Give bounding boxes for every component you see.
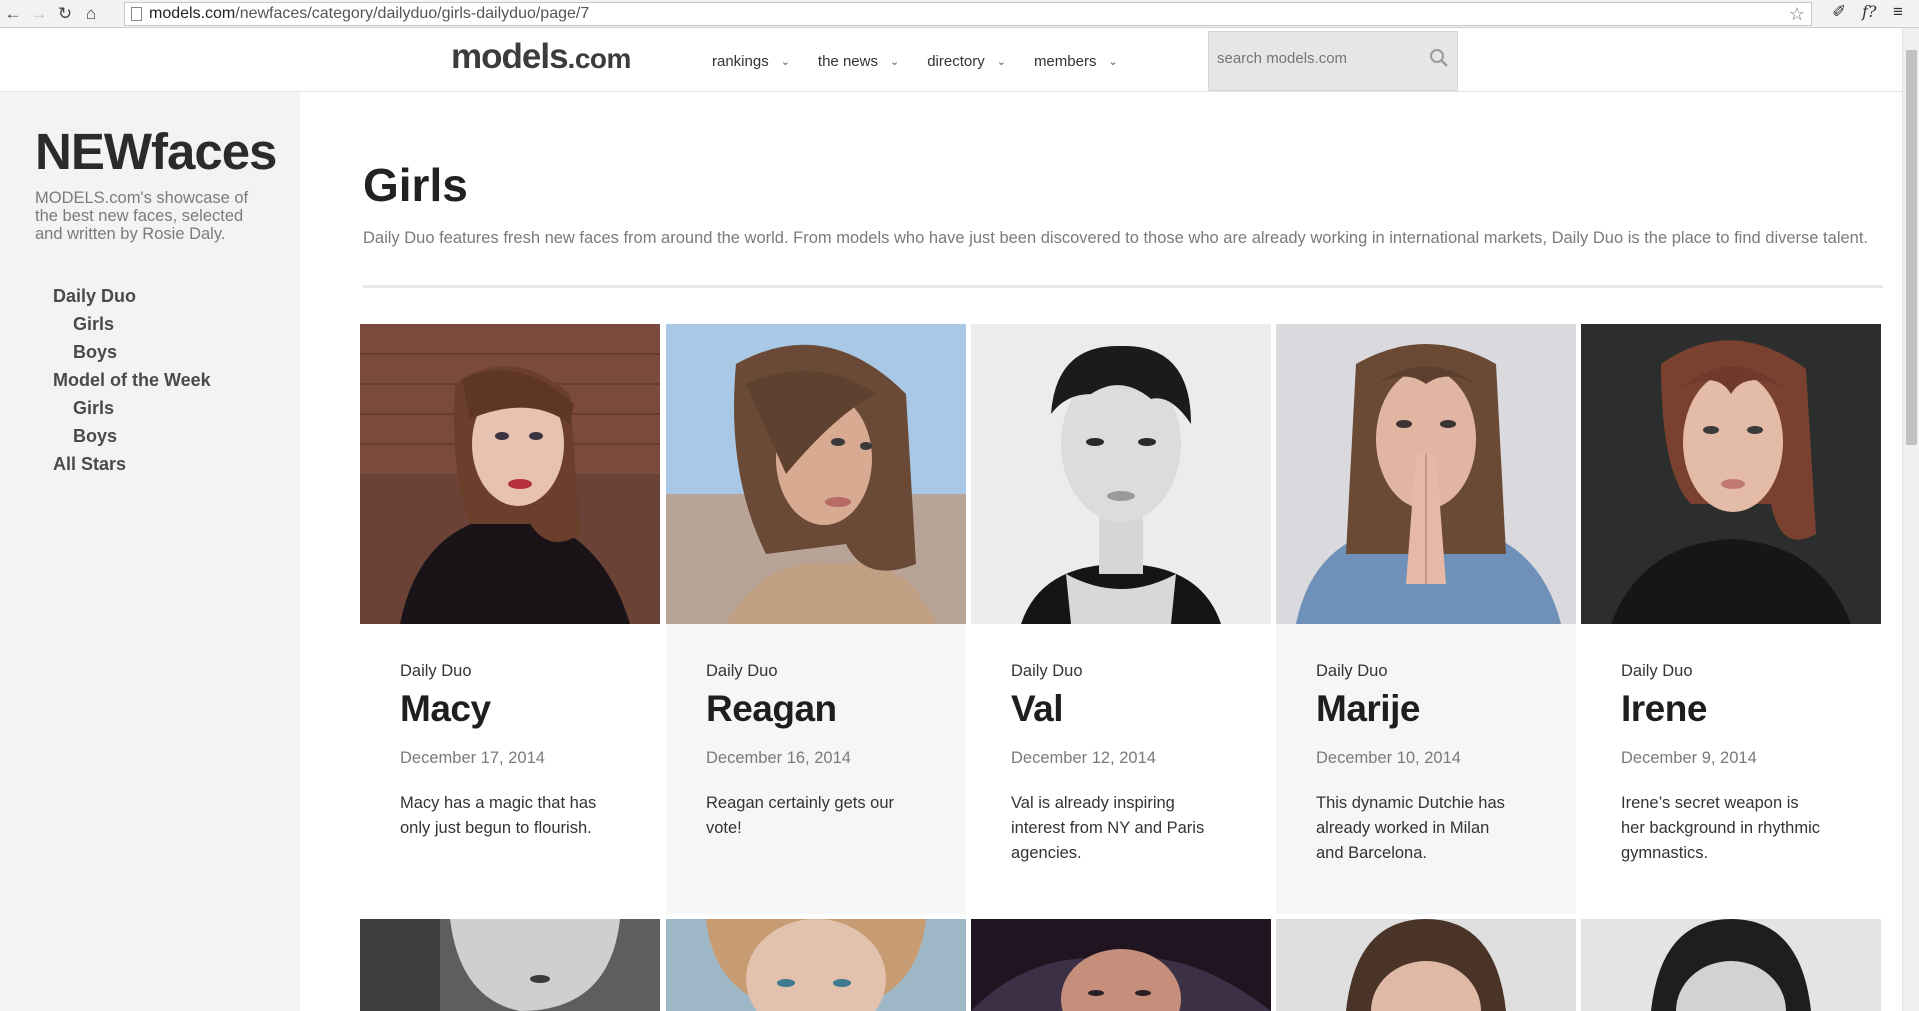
model-card[interactable]: Daily Duo Macy December 17, 2014 Macy ha… — [360, 324, 660, 914]
reload-icon[interactable]: ↻ — [52, 1, 78, 27]
model-photo[interactable] — [360, 919, 660, 1011]
sidebar-item-model-of-the-week[interactable]: Model of the Week — [53, 366, 211, 394]
sidebar-item-all-stars[interactable]: All Stars — [53, 450, 211, 478]
model-card[interactable]: Daily Duo Reagan December 16, 2014 Reaga… — [666, 324, 966, 914]
nav-rankings[interactable]: rankings ⌄ — [712, 53, 790, 70]
model-photo[interactable] — [360, 324, 660, 624]
sidebar-item-daily-duo[interactable]: Daily Duo — [53, 282, 211, 310]
sidebar-item-motw-boys[interactable]: Boys — [53, 422, 211, 450]
card-meta: Daily Duo Macy December 17, 2014 Macy ha… — [400, 662, 630, 841]
card-date: December 12, 2014 — [1011, 749, 1156, 767]
model-photo[interactable] — [1581, 324, 1881, 624]
card-meta: Daily Duo Val December 12, 2014 Val is a… — [1011, 662, 1241, 866]
model-photo[interactable] — [971, 919, 1271, 1011]
site-logo[interactable]: models.com — [451, 37, 631, 77]
card-blurb: This dynamic Dutchie has already worked … — [1316, 794, 1505, 862]
model-photo[interactable] — [1276, 324, 1576, 624]
nav-label: directory — [927, 53, 985, 70]
page-title: Girls — [363, 159, 468, 211]
menu-icon[interactable]: ≡ — [1893, 2, 1903, 22]
search-box — [1208, 31, 1458, 91]
card-name[interactable]: Irene — [1621, 688, 1851, 730]
card-category[interactable]: Daily Duo — [400, 662, 630, 681]
card-category[interactable]: Daily Duo — [1316, 662, 1546, 681]
top-nav: rankings ⌄ the news ⌄ directory ⌄ members ⌄ — [712, 53, 1146, 70]
browser-toolbar: ← → ↻ ⌂ models.com/newfaces/category/dai… — [0, 0, 1919, 28]
sidebar-nav: Daily Duo Girls Boys Model of the Week G… — [53, 282, 211, 478]
page-intro: Daily Duo features fresh new faces from … — [363, 229, 1869, 247]
card-name[interactable]: Marije — [1316, 688, 1546, 730]
chevron-down-icon: ⌄ — [996, 56, 1006, 68]
card-category[interactable]: Daily Duo — [1621, 662, 1851, 681]
logo-suffix: .com — [567, 43, 632, 74]
card-name[interactable]: Val — [1011, 688, 1241, 730]
card-date: December 10, 2014 — [1316, 749, 1461, 767]
search-input[interactable] — [1217, 50, 1417, 67]
forward-icon[interactable]: → — [26, 1, 52, 27]
url-path: /newfaces/category/dailyduo/girls-dailyd… — [235, 5, 590, 22]
sidebar-tagline: MODELS.com's showcase of the best new fa… — [35, 189, 249, 243]
site-header: models.com rankings ⌄ the news ⌄ directory… — [0, 29, 1902, 92]
card-date: December 9, 2014 — [1621, 749, 1757, 767]
search-icon[interactable] — [1429, 48, 1449, 68]
sidebar: NEWfaces MODELS.com's showcase of the be… — [0, 92, 300, 1011]
nav-label: members — [1033, 53, 1097, 70]
model-photo[interactable] — [666, 324, 966, 624]
card-date: December 16, 2014 — [706, 749, 851, 767]
card-blurb: Reagan certainly gets our vote! — [706, 794, 895, 837]
logo-main: models — [451, 37, 569, 76]
home-icon[interactable]: ⌂ — [78, 1, 104, 27]
extension-f-icon[interactable]: f? — [1862, 2, 1877, 21]
card-meta: Daily Duo Reagan December 16, 2014 Reaga… — [706, 662, 936, 841]
nav-label: the news — [817, 53, 878, 70]
card-date: December 17, 2014 — [400, 749, 545, 767]
sidebar-item-daily-duo-girls[interactable]: Girls — [53, 310, 211, 338]
main-content: Girls Daily Duo features fresh new faces… — [300, 92, 1902, 1011]
sidebar-item-motw-girls[interactable]: Girls — [53, 394, 211, 422]
card-blurb: Val is already inspiring interest from N… — [1011, 794, 1205, 862]
card-blurb: Irene’s secret weapon is her background … — [1621, 794, 1821, 862]
nav-label: rankings — [712, 53, 769, 70]
address-bar[interactable]: models.com/newfaces/category/dailyduo/gi… — [124, 2, 1812, 26]
extension-icon[interactable]: ✐ — [1832, 2, 1846, 22]
card-category[interactable]: Daily Duo — [1011, 662, 1241, 681]
card-blurb: Macy has a magic that has only just begu… — [400, 794, 597, 837]
model-photo[interactable] — [666, 919, 966, 1011]
card-name[interactable]: Reagan — [706, 688, 936, 730]
card-category[interactable]: Daily Duo — [706, 662, 936, 681]
model-card[interactable]: Daily Duo Marije December 10, 2014 This … — [1276, 324, 1576, 914]
model-photo[interactable] — [1276, 919, 1576, 1011]
model-photo[interactable] — [971, 324, 1271, 624]
card-name[interactable]: Macy — [400, 688, 630, 730]
star-icon[interactable]: ☆ — [1789, 4, 1805, 25]
back-icon[interactable]: ← — [0, 1, 26, 27]
model-card[interactable]: Daily Duo Irene December 9, 2014 Irene’s… — [1581, 324, 1881, 914]
chevron-down-icon: ⌄ — [889, 56, 900, 68]
nav-directory[interactable]: directory ⌄ — [927, 53, 1006, 70]
card-meta: Daily Duo Marije December 10, 2014 This … — [1316, 662, 1546, 866]
url-host: models.com — [149, 5, 236, 22]
scrollbar-thumb[interactable] — [1906, 50, 1917, 445]
url-text[interactable]: models.com/newfaces/category/dailyduo/gi… — [149, 5, 589, 23]
page-icon — [131, 7, 142, 21]
model-photo[interactable] — [1581, 919, 1881, 1011]
nav-members[interactable]: members ⌄ — [1034, 53, 1118, 70]
divider — [363, 285, 1883, 288]
card-meta: Daily Duo Irene December 9, 2014 Irene’s… — [1621, 662, 1851, 866]
model-card[interactable]: Daily Duo Val December 12, 2014 Val is a… — [971, 324, 1271, 914]
page-scrollbar[interactable] — [1902, 28, 1919, 1011]
newfaces-brand[interactable]: NEWfaces — [35, 122, 277, 181]
sidebar-item-daily-duo-boys[interactable]: Boys — [53, 338, 211, 366]
chevron-down-icon: ⌄ — [780, 56, 790, 68]
chevron-down-icon: ⌄ — [1108, 56, 1118, 68]
nav-the-news[interactable]: the news ⌄ — [818, 53, 899, 70]
